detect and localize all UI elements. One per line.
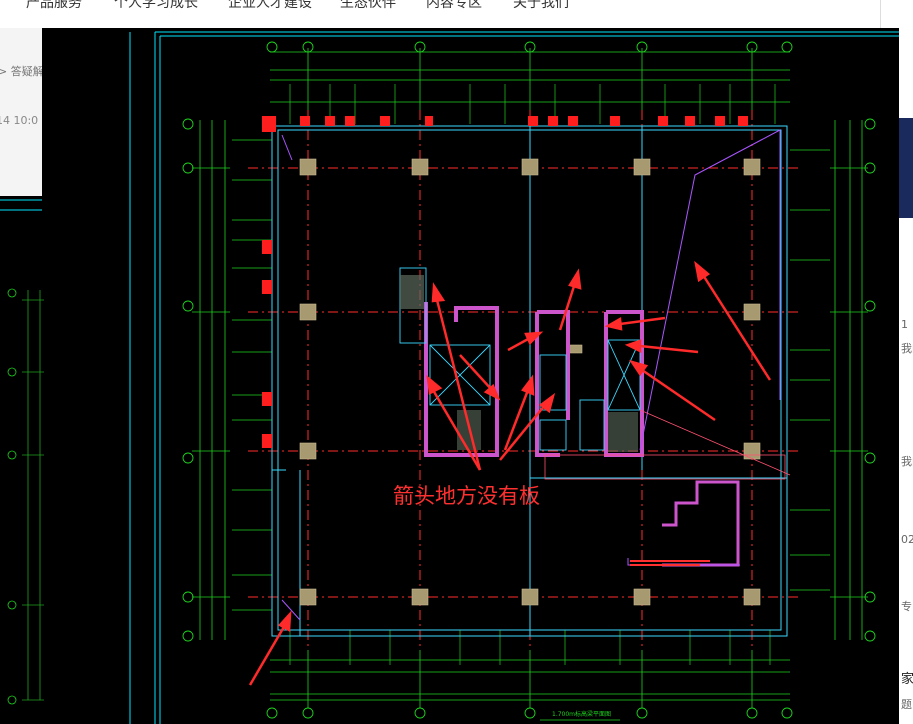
right-side-panel: 1 我的 我的 02 专 家 题 xyxy=(899,28,913,724)
annotation-note: 箭头地方没有板 xyxy=(393,484,540,508)
axis-bubble xyxy=(7,695,17,705)
cad-drawing: 1.700m标高梁平面图 xyxy=(0,31,899,724)
left-ruler xyxy=(22,290,44,701)
slab-boundary xyxy=(281,129,781,621)
right-banner[interactable] xyxy=(899,118,913,218)
axis-bubble xyxy=(7,450,17,460)
drawing-frame xyxy=(0,31,899,724)
small-red-note xyxy=(630,560,710,566)
right-snippet: 专 xyxy=(901,600,912,613)
right-snippet: 我的 xyxy=(901,342,913,355)
lower-wall xyxy=(662,480,740,567)
sheet-title: 1.700m标高梁平面图 xyxy=(552,710,611,718)
axis-bubble xyxy=(7,367,17,377)
right-snippet: 题 xyxy=(901,698,912,711)
red-arrows xyxy=(248,260,772,686)
red-wall-segments xyxy=(262,116,748,448)
right-snippet: 家 xyxy=(901,672,913,687)
right-snippet: 我的 xyxy=(901,455,913,468)
grid-axes xyxy=(248,110,800,650)
axis-bubble xyxy=(7,288,17,298)
right-snippet: 1 xyxy=(901,318,908,331)
right-snippet: 02 xyxy=(901,533,913,546)
axis-bubble xyxy=(7,600,17,610)
